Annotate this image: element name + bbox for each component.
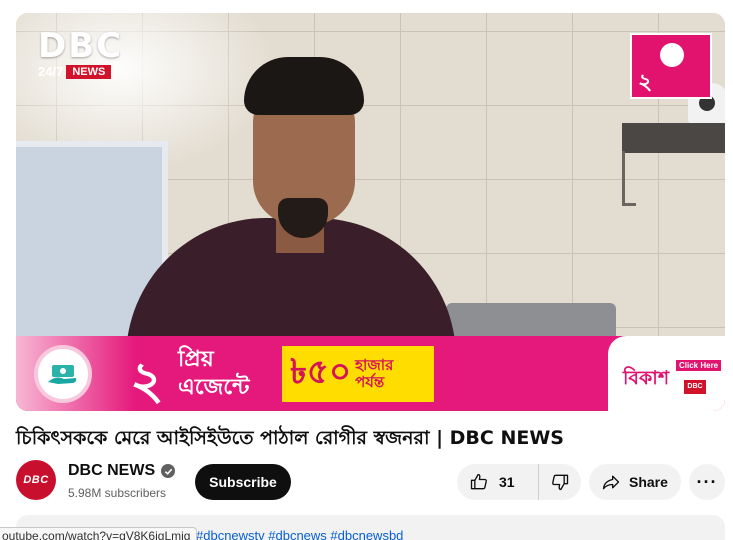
watermark-dbc-text: DBC <box>38 26 124 66</box>
like-count: 31 <box>499 474 515 490</box>
verified-check-icon <box>161 464 176 478</box>
banner-brand: বিকাশ <box>623 367 670 389</box>
dislike-button[interactable] <box>539 464 581 500</box>
banner-click-here[interactable]: Click Here <box>676 360 722 371</box>
wall-shelf <box>622 123 725 153</box>
channel-name-row[interactable]: DBC NEWS <box>68 462 176 480</box>
subscriber-count: 5.98M subscribers <box>68 486 167 500</box>
banner-mini-logo: DBC <box>684 380 706 394</box>
corner-ad-number: ২ <box>638 69 653 94</box>
banner-amount: ৳৫০ <box>290 351 352 392</box>
money-hand-icon <box>34 345 92 403</box>
banner-agent-line-2: এজেন্টে <box>178 375 250 400</box>
video-player[interactable]: DBC 24/7 NEWS ২ ২ প্রিয় এজেন্টে ৳৫০ হাজ… <box>16 13 725 411</box>
banner-upto: পর্যন্ত <box>355 373 385 391</box>
like-button[interactable]: 31 <box>457 464 539 500</box>
ad-banner[interactable]: ২ প্রিয় এজেন্টে ৳৫০ হাজার পর্যন্ত বিকাশ… <box>16 336 725 411</box>
subscribe-button[interactable]: Subscribe <box>195 464 291 500</box>
browser-status-link: outube.com/watch?v=gV8K6jgLmjg <box>0 527 198 540</box>
share-arrow-icon <box>602 475 620 490</box>
channel-avatar[interactable]: DBC <box>16 460 56 500</box>
channel-name[interactable]: DBC NEWS <box>68 462 155 480</box>
banner-agent-text: প্রিয় এজেন্টে <box>178 346 249 402</box>
watermark-news-text: NEWS <box>66 64 112 79</box>
corner-ad-icon <box>660 43 684 67</box>
video-title: চিকিৎসককে মেরে আইসিইউতে পাঠাল রোগীর স্বজ… <box>16 427 564 449</box>
share-button[interactable]: Share <box>589 464 681 500</box>
person-hair <box>244 57 364 115</box>
corner-ad[interactable]: ২ <box>630 33 712 99</box>
shelf-bracket <box>622 151 636 206</box>
banner-amount-box: ৳৫০ হাজার পর্যন্ত <box>282 346 434 402</box>
share-label: Share <box>629 474 668 490</box>
description-hashtags[interactable]: #dbcnewstv #dbcnews #dbcnewsbd <box>196 528 403 540</box>
hand-cash-icon <box>48 365 77 384</box>
channel-watermark-logo: DBC 24/7 NEWS <box>38 29 146 79</box>
banner-amount-detail: হাজার পর্যন্ত <box>355 357 393 391</box>
like-dislike-bar: 31 <box>457 464 581 500</box>
thumbs-up-icon <box>470 473 487 490</box>
more-actions-button[interactable]: ··· <box>689 464 725 500</box>
thumbs-down-icon <box>552 474 569 491</box>
banner-number: ২ <box>130 351 164 411</box>
banner-agent-line-1: প্রিয় <box>178 347 214 372</box>
banner-amount-unit: হাজার <box>355 356 394 374</box>
watermark-247-text: 24/7 <box>38 64 64 79</box>
